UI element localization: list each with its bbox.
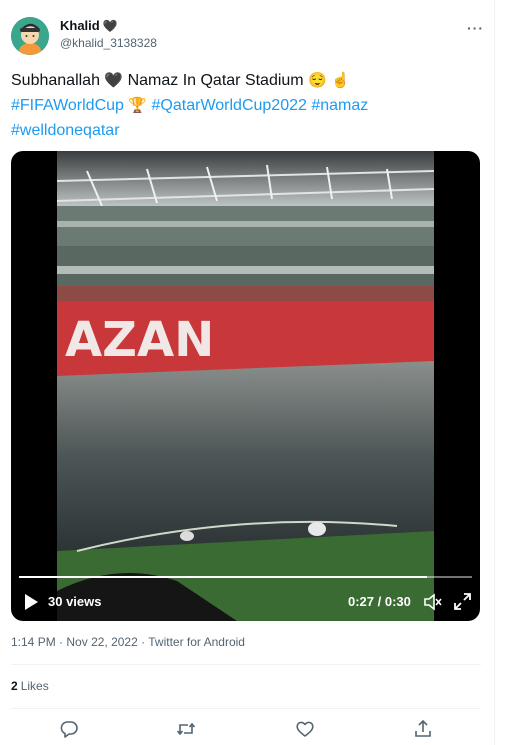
tweet-date[interactable]: Nov 22, 2022: [66, 635, 137, 649]
reply-button[interactable]: [59, 719, 79, 739]
play-icon[interactable]: [23, 593, 39, 611]
user-handle[interactable]: @khalid_3138328: [60, 36, 157, 50]
retweet-icon: [176, 722, 196, 736]
tweet-source[interactable]: Twitter for Android: [148, 635, 245, 649]
tweet-header: Khalid 🖤 @khalid_3138328 ···: [11, 14, 484, 58]
video-progress-bar[interactable]: [19, 576, 472, 578]
video-progress-fill: [19, 576, 427, 578]
hashtag-link[interactable]: #welldoneqatar: [11, 122, 120, 139]
divider: [11, 664, 481, 665]
mute-icon[interactable]: [424, 593, 442, 611]
likes-stat[interactable]: 2 Likes: [11, 679, 49, 693]
separator: ·: [141, 635, 146, 649]
divider: [11, 708, 481, 709]
separator: ·: [59, 635, 64, 649]
view-count: 30 views: [48, 594, 102, 609]
tweet-text-part: Namaz In Qatar Stadium: [127, 72, 304, 89]
black-heart-emoji: 🖤: [104, 72, 124, 89]
trophy-emoji: 🏆: [128, 97, 148, 114]
tweet-time[interactable]: 1:14 PM: [11, 635, 56, 649]
share-icon: [415, 719, 431, 737]
pointing-up-emoji: ☝️: [331, 72, 350, 89]
user-name[interactable]: Khalid 🖤: [60, 18, 118, 33]
video-time: 0:27 / 0:30: [348, 594, 411, 609]
reply-icon: [60, 721, 78, 738]
black-heart-emoji: 🖤: [102, 19, 118, 33]
fullscreen-icon[interactable]: [454, 593, 471, 610]
like-icon: [296, 721, 314, 737]
stadium-lettering: AZAN: [65, 312, 214, 368]
tweet-text: Subhanallah 🖤 Namaz In Qatar Stadium 😌 ☝…: [11, 68, 481, 143]
relieved-face-emoji: 😌: [308, 72, 327, 89]
likes-count: 2: [11, 679, 18, 693]
timeline-border: [494, 0, 495, 745]
share-button[interactable]: [413, 719, 433, 739]
retweet-button[interactable]: [176, 719, 196, 739]
hashtag-link[interactable]: #namaz: [311, 97, 368, 114]
avatar[interactable]: [11, 17, 49, 55]
tweet-metadata: 1:14 PM · Nov 22, 2022 · Twitter for And…: [11, 635, 245, 649]
more-horizontal-icon[interactable]: ···: [467, 20, 484, 36]
tweet-text-part: Subhanallah: [11, 72, 100, 89]
hashtag-link[interactable]: #FIFAWorldCup: [11, 97, 124, 114]
likes-label: Likes: [20, 679, 49, 693]
video-player[interactable]: AZAN 30 views 0:27 / 0:30: [11, 151, 480, 621]
hashtag-link[interactable]: #QatarWorldCup2022: [152, 97, 307, 114]
user-name-text: Khalid: [60, 18, 100, 33]
video-frame: AZAN: [57, 151, 434, 621]
like-button[interactable]: [295, 719, 315, 739]
